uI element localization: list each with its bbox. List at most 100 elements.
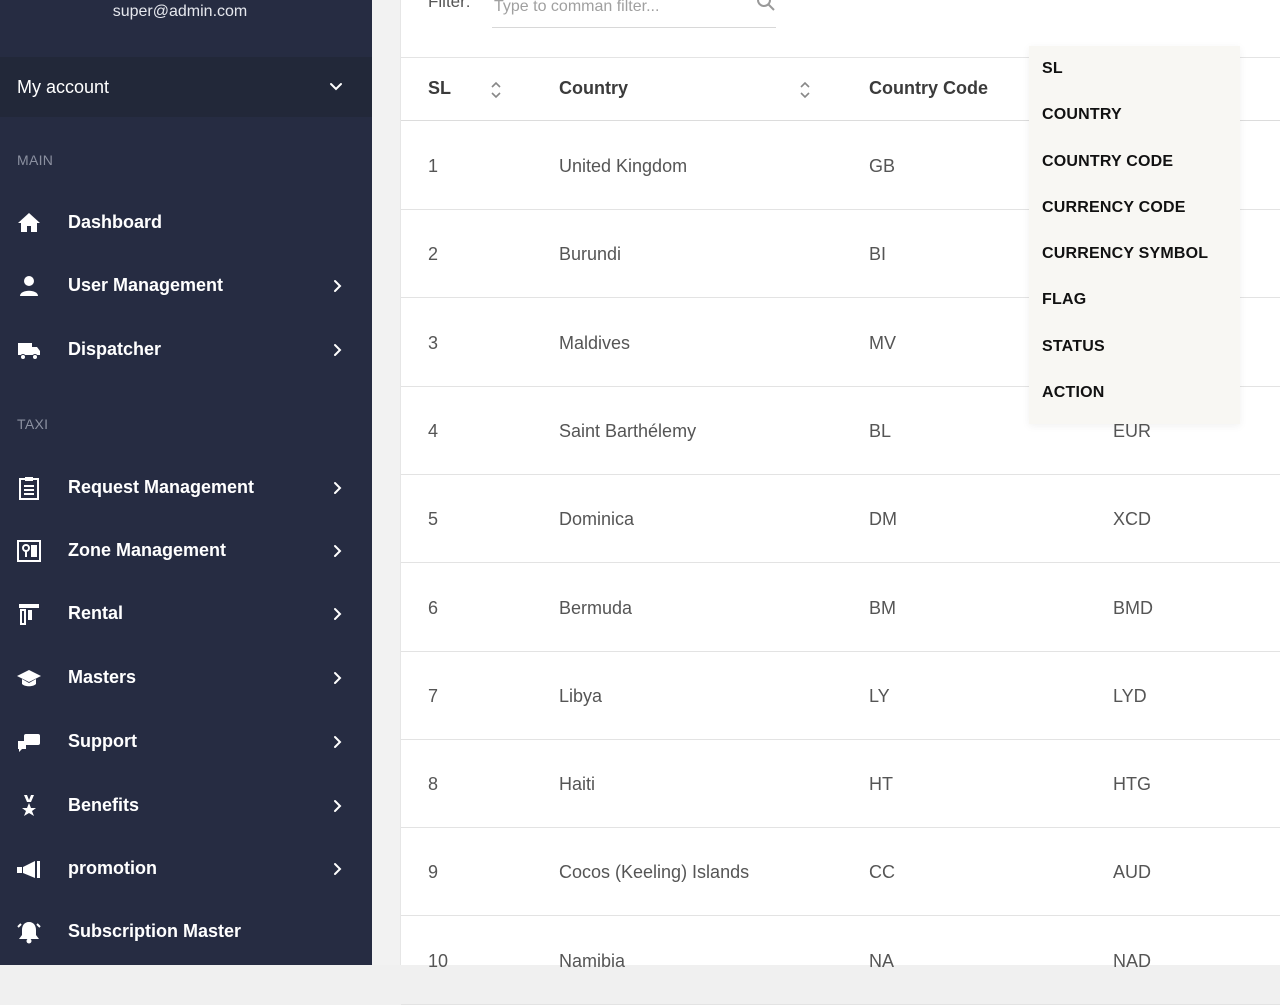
chevron-right-icon	[334, 344, 342, 356]
search-icon[interactable]	[756, 0, 776, 12]
sidebar-item-label: Zone Management	[68, 540, 227, 560]
cell-sl: 6	[428, 597, 439, 618]
cell-country-code: BI	[869, 244, 887, 265]
account-label: My account	[17, 76, 110, 97]
cell-country: Haiti	[559, 774, 596, 795]
cell-country: Dominica	[559, 509, 635, 530]
sidebar-item-label: Subscription Master	[68, 921, 242, 941]
column-option-flag[interactable]: FLAG	[1042, 291, 1086, 309]
sidebar-item-label: Rental	[68, 603, 124, 623]
chevron-right-icon	[334, 863, 342, 875]
cell-sl: 9	[428, 862, 439, 883]
sidebar-item-label: User Management	[68, 275, 224, 295]
column-option-country[interactable]: COUNTRY	[1042, 106, 1122, 124]
award-icon	[22, 795, 36, 816]
cell-country-code: LY	[869, 685, 890, 706]
column-header-country[interactable]: Country	[559, 78, 628, 99]
cell-country: Libya	[559, 685, 603, 706]
user-email: super@admin.com	[112, 3, 248, 20]
cell-sl: 2	[428, 244, 439, 265]
cell-country-code: DM	[869, 509, 897, 530]
user-icon	[20, 276, 38, 296]
cell-country-code: BL	[869, 420, 892, 441]
cell-country-code: CC	[869, 862, 895, 883]
chevron-right-icon	[334, 482, 342, 494]
column-header-country-code[interactable]: Country Code	[869, 78, 988, 99]
cell-sl: 10	[428, 950, 449, 971]
section-label-taxi: TAXI	[17, 416, 49, 432]
section-label-main: MAIN	[17, 152, 54, 168]
sidebar-item-dispatcher[interactable]: Dispatcher	[0, 324, 372, 376]
cell-sl: 5	[428, 509, 439, 530]
sidebar-item-label: Dashboard	[68, 212, 163, 232]
my-account-toggle[interactable]: My account	[0, 57, 372, 117]
cell-sl: 1	[428, 156, 439, 176]
column-visibility-menu: SL COUNTRY COUNTRY CODE CURRENCY CODE CU…	[1029, 46, 1240, 424]
sidebar-item-rental[interactable]: Rental	[0, 588, 372, 640]
rental-icon	[19, 604, 39, 625]
column-option-country-code[interactable]: COUNTRY CODE	[1042, 153, 1173, 171]
clipboard-icon	[19, 477, 39, 500]
cell-country: Cocos (Keeling) Islands	[559, 862, 750, 883]
sidebar-item-label: Dispatcher	[68, 339, 162, 359]
sort-icon[interactable]	[798, 79, 812, 101]
cell-currency-code: AUD	[1113, 862, 1152, 883]
cell-country: United Kingdom	[559, 156, 688, 176]
cell-country-code: BM	[869, 597, 896, 618]
sidebar-item-label: promotion	[68, 858, 157, 878]
cell-currency-code: LYD	[1113, 685, 1147, 706]
cell-country-code: MV	[869, 332, 896, 353]
sidebar-item-user-management[interactable]: User Management	[0, 260, 372, 312]
cell-sl: 4	[428, 420, 439, 441]
sidebar-item-label: Masters	[68, 667, 137, 687]
graduation-cap-icon	[17, 670, 41, 687]
column-option-status[interactable]: STATUS	[1042, 338, 1105, 356]
table-row: 10 Namibia NA NAD	[401, 917, 1280, 1005]
cell-sl: 7	[428, 685, 439, 706]
cell-currency-code: EUR	[1113, 420, 1152, 441]
column-header-sl[interactable]: SL	[428, 78, 451, 99]
sidebar-item-request-management[interactable]: Request Management	[0, 462, 372, 514]
cell-country-code: NA	[869, 950, 895, 971]
sort-icon[interactable]	[489, 79, 503, 101]
chevron-right-icon	[334, 608, 342, 620]
chevron-right-icon	[334, 280, 342, 292]
column-option-action[interactable]: ACTION	[1042, 384, 1105, 402]
cell-currency-code: XCD	[1113, 509, 1152, 530]
map-icon	[17, 540, 41, 562]
sidebar-item-subscription-master[interactable]: Subscription Master	[0, 906, 372, 958]
column-option-sl[interactable]: SL	[1042, 60, 1063, 78]
support-icon	[18, 734, 40, 752]
sidebar-item-zone-management[interactable]: Zone Management	[0, 525, 372, 577]
home-icon	[18, 213, 40, 232]
truck-icon	[18, 343, 40, 360]
sidebar-item-benefits[interactable]: Benefits	[0, 780, 372, 832]
cell-country: Bermuda	[559, 597, 633, 618]
sidebar-item-promotion[interactable]: promotion	[0, 843, 372, 895]
chevron-right-icon	[334, 736, 342, 748]
table-row: 5 Dominica DM XCD	[401, 475, 1280, 564]
chevron-right-icon	[334, 800, 342, 812]
column-option-currency-code[interactable]: CURRENCY CODE	[1042, 199, 1186, 217]
cell-currency-code: BMD	[1113, 597, 1153, 618]
sidebar-item-label: Benefits	[68, 795, 140, 815]
sidebar-item-support[interactable]: Support	[0, 716, 372, 768]
filter-input[interactable]	[492, 0, 776, 28]
filter-label: Filter:	[428, 0, 471, 11]
table-row: 7 Libya LY LYD	[401, 652, 1280, 740]
cell-country: Namibia	[559, 950, 626, 971]
megaphone-icon	[17, 861, 40, 878]
cell-country-code: GB	[869, 156, 896, 176]
cell-country: Saint Barthélemy	[559, 420, 697, 441]
bell-icon	[17, 922, 41, 944]
cell-currency-code: HTG	[1113, 774, 1151, 795]
chevron-down-icon	[330, 83, 342, 91]
sidebar-item-masters[interactable]: Masters	[0, 652, 372, 704]
table-row: 9 Cocos (Keeling) Islands CC AUD	[401, 828, 1280, 917]
table-row: 6 Bermuda BM BMD	[401, 564, 1280, 652]
column-option-currency-symbol[interactable]: CURRENCY SYMBOL	[1042, 245, 1208, 263]
chevron-right-icon	[334, 545, 342, 557]
sidebar: super@admin.com My account MAIN Dashboar…	[0, 0, 372, 965]
cell-country: Maldives	[559, 332, 631, 353]
sidebar-item-dashboard[interactable]: Dashboard	[0, 197, 372, 249]
